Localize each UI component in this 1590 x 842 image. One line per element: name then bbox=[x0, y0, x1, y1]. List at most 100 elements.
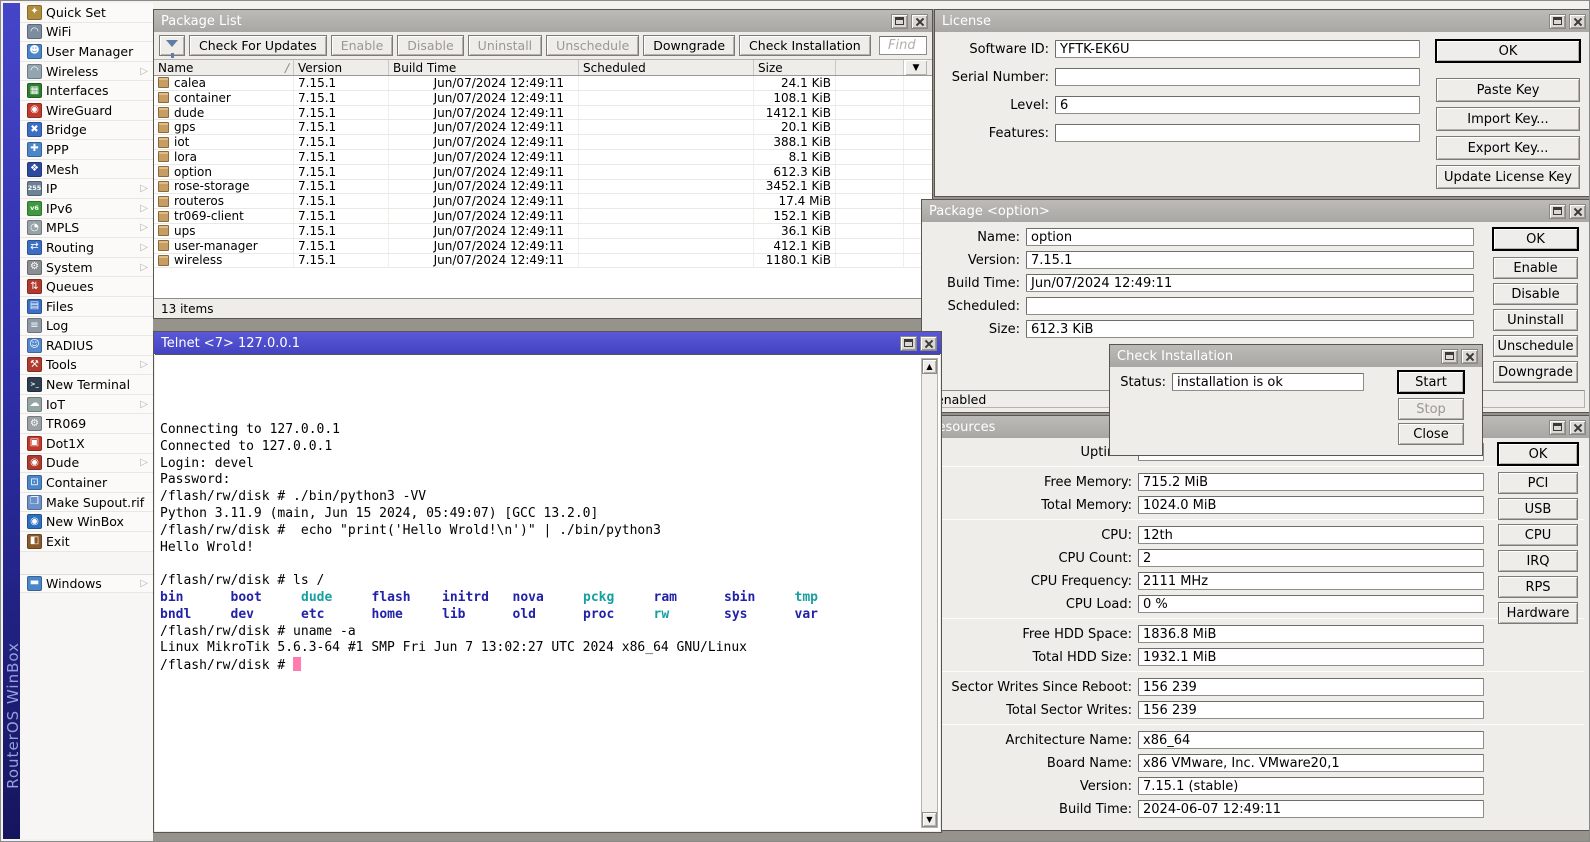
scheduled-field[interactable] bbox=[1026, 297, 1474, 315]
close-button[interactable] bbox=[920, 336, 937, 351]
table-row-tr069-client[interactable]: tr069-client7.15.1Jun/07/2024 12:49:1115… bbox=[154, 209, 932, 224]
rps-button[interactable]: RPS bbox=[1498, 576, 1578, 598]
cpu-field[interactable]: 12th bbox=[1138, 526, 1484, 544]
import-key-button[interactable]: Import Key... bbox=[1436, 107, 1580, 131]
find-input[interactable]: Find bbox=[879, 36, 927, 55]
terminal-area[interactable]: Connecting to 127.0.0.1Connected to 127.… bbox=[155, 354, 940, 831]
sidebar-item-mesh[interactable]: ❖ Mesh bbox=[20, 160, 153, 180]
hardware-button[interactable]: Hardware bbox=[1498, 602, 1578, 624]
sidebar-item-container[interactable]: ⊡ Container bbox=[20, 473, 153, 493]
sidebar-item-user-manager[interactable]: ☻ User Manager bbox=[20, 42, 153, 62]
package-list-titlebar[interactable]: Package List bbox=[154, 10, 932, 32]
column-header-version[interactable]: Version bbox=[294, 60, 389, 75]
terminal-scrollbar[interactable]: ▲ ▼ bbox=[921, 358, 938, 828]
table-row-container[interactable]: container7.15.1Jun/07/2024 12:49:11108.1… bbox=[154, 91, 932, 106]
board-name-field[interactable]: x86 VMware, Inc. VMware20,1 bbox=[1138, 754, 1484, 772]
sidebar-item-interfaces[interactable]: ▦ Interfaces bbox=[20, 81, 153, 101]
column-header-name[interactable]: Name∕ bbox=[154, 60, 294, 75]
sidebar-item-mpls[interactable]: ◔ MPLS ▷ bbox=[20, 219, 153, 239]
telnet-titlebar[interactable]: Telnet <7> 127.0.0.1 bbox=[154, 332, 941, 354]
table-row-user-manager[interactable]: user-manager7.15.1Jun/07/2024 12:49:1141… bbox=[154, 239, 932, 254]
pci-button[interactable]: PCI bbox=[1498, 472, 1578, 494]
sidebar-item-tools[interactable]: ⚒ Tools ▷ bbox=[20, 356, 153, 376]
maximize-button[interactable] bbox=[900, 336, 917, 351]
start-button[interactable]: Start bbox=[1398, 371, 1464, 393]
table-row-ups[interactable]: ups7.15.1Jun/07/2024 12:49:1136.1 KiB bbox=[154, 224, 932, 239]
sidebar-item-tr069[interactable]: ⚙ TR069 bbox=[20, 414, 153, 434]
total-memory-field[interactable]: 1024.0 MiB bbox=[1138, 496, 1484, 514]
close-button[interactable] bbox=[911, 14, 928, 29]
name-field[interactable]: option bbox=[1026, 228, 1474, 246]
column-header-scheduled[interactable]: Scheduled bbox=[579, 60, 754, 75]
sidebar-item-new-terminal[interactable]: >_ New Terminal bbox=[20, 375, 153, 395]
free-memory-field[interactable]: 715.2 MiB bbox=[1138, 473, 1484, 491]
sidebar-item-wireless[interactable]: ◠ Wireless ▷ bbox=[20, 62, 153, 82]
disable-button[interactable]: Disable bbox=[1493, 283, 1578, 305]
cpu-button[interactable]: CPU bbox=[1498, 524, 1578, 546]
column-header-build-time[interactable]: Build Time bbox=[389, 60, 579, 75]
status-field[interactable]: installation is ok bbox=[1172, 373, 1364, 391]
table-row-wireless[interactable]: wireless7.15.1Jun/07/2024 12:49:111180.1… bbox=[154, 254, 932, 269]
sidebar-item-dot1x[interactable]: ▣ Dot1X bbox=[20, 434, 153, 454]
check-installation-titlebar[interactable]: Check Installation bbox=[1110, 345, 1482, 367]
close-button[interactable] bbox=[1569, 420, 1586, 435]
table-row-rose-storage[interactable]: rose-storage7.15.1Jun/07/2024 12:49:1134… bbox=[154, 180, 932, 195]
features-field[interactable] bbox=[1055, 124, 1420, 142]
table-row-iot[interactable]: iot7.15.1Jun/07/2024 12:49:11388.1 KiB bbox=[154, 135, 932, 150]
column-selector-button[interactable]: ▼ bbox=[904, 60, 927, 75]
export-key-button[interactable]: Export Key... bbox=[1436, 136, 1580, 160]
check-for-updates-button[interactable]: Check For Updates bbox=[189, 35, 327, 56]
sidebar-item-make-supout-rif[interactable]: ❒ Make Supout.rif bbox=[20, 493, 153, 513]
version-field[interactable]: 7.15.1 (stable) bbox=[1138, 777, 1484, 795]
sidebar-item-ppp[interactable]: ✚ PPP bbox=[20, 140, 153, 160]
downgrade-button[interactable]: Downgrade bbox=[643, 35, 735, 56]
version-field[interactable]: 7.15.1 bbox=[1026, 251, 1474, 269]
paste-key-button[interactable]: Paste Key bbox=[1436, 78, 1580, 102]
ok-button[interactable]: OK bbox=[1493, 228, 1578, 250]
sidebar-item-ipv6[interactable]: v6 IPv6 ▷ bbox=[20, 199, 153, 219]
maximize-button[interactable] bbox=[891, 14, 908, 29]
sidebar-item-iot[interactable]: ☁ IoT ▷ bbox=[20, 395, 153, 415]
sidebar-item-routing[interactable]: ⇄ Routing ▷ bbox=[20, 238, 153, 258]
sidebar-item-log[interactable]: ≡ Log bbox=[20, 317, 153, 337]
scroll-down-icon[interactable]: ▼ bbox=[922, 812, 937, 827]
table-row-routeros[interactable]: routeros7.15.1Jun/07/2024 12:49:1117.4 M… bbox=[154, 194, 932, 209]
check-installation-button[interactable]: Check Installation bbox=[739, 35, 871, 56]
sidebar-item-exit[interactable]: ◧ Exit bbox=[20, 532, 153, 552]
free-hdd-space-field[interactable]: 1836.8 MiB bbox=[1138, 625, 1484, 643]
column-header-size[interactable]: Size bbox=[754, 60, 836, 75]
update-license-key-button[interactable]: Update License Key bbox=[1436, 165, 1580, 189]
sidebar-item-queues[interactable]: ⇅ Queues bbox=[20, 277, 153, 297]
sidebar-item-wireguard[interactable]: ◉ WireGuard bbox=[20, 101, 153, 121]
software-id-field[interactable]: YFTK-EK6U bbox=[1055, 40, 1420, 58]
uninstall-button[interactable]: Uninstall bbox=[1493, 309, 1578, 331]
sidebar-item-new-winbox[interactable]: ◉ New WinBox bbox=[20, 512, 153, 532]
total-sector-writes-field[interactable]: 156 239 bbox=[1138, 701, 1484, 719]
table-row-calea[interactable]: calea7.15.1Jun/07/2024 12:49:1124.1 KiB bbox=[154, 76, 932, 91]
build-time-field[interactable]: 2024-06-07 12:49:11 bbox=[1138, 800, 1484, 818]
scroll-up-icon[interactable]: ▲ bbox=[922, 359, 937, 374]
ok-button[interactable]: OK bbox=[1498, 443, 1578, 465]
sidebar-item-bridge[interactable]: ✖ Bridge bbox=[20, 121, 153, 141]
close-button[interactable] bbox=[1569, 14, 1586, 29]
usb-button[interactable]: USB bbox=[1498, 498, 1578, 520]
sidebar-item-dude[interactable]: ◉ Dude ▷ bbox=[20, 454, 153, 474]
size-field[interactable]: 612.3 KiB bbox=[1026, 320, 1474, 338]
sidebar-item-windows[interactable]: ▬ Windows ▷ bbox=[20, 574, 153, 594]
table-row-option[interactable]: option7.15.1Jun/07/2024 12:49:11612.3 Ki… bbox=[154, 165, 932, 180]
downgrade-button[interactable]: Downgrade bbox=[1493, 361, 1578, 383]
cpu-frequency-field[interactable]: 2111 MHz bbox=[1138, 572, 1484, 590]
architecture-name-field[interactable]: x86_64 bbox=[1138, 731, 1484, 749]
table-row-gps[interactable]: gps7.15.1Jun/07/2024 12:49:1120.1 KiB bbox=[154, 120, 932, 135]
serial-number-field[interactable] bbox=[1055, 68, 1420, 86]
maximize-button[interactable] bbox=[1549, 204, 1566, 219]
build-time-field[interactable]: Jun/07/2024 12:49:11 bbox=[1026, 274, 1474, 292]
cpu-count-field[interactable]: 2 bbox=[1138, 549, 1484, 567]
sidebar-item-quick-set[interactable]: ✦ Quick Set bbox=[20, 3, 153, 23]
ok-button[interactable]: OK bbox=[1436, 40, 1580, 62]
license-titlebar[interactable]: License bbox=[935, 10, 1590, 32]
close-button[interactable] bbox=[1569, 204, 1586, 219]
sidebar-item-ip[interactable]: 255 IP ▷ bbox=[20, 179, 153, 199]
cpu-load-field[interactable]: 0 % bbox=[1138, 595, 1484, 613]
sidebar-item-system[interactable]: ⚙ System ▷ bbox=[20, 258, 153, 278]
